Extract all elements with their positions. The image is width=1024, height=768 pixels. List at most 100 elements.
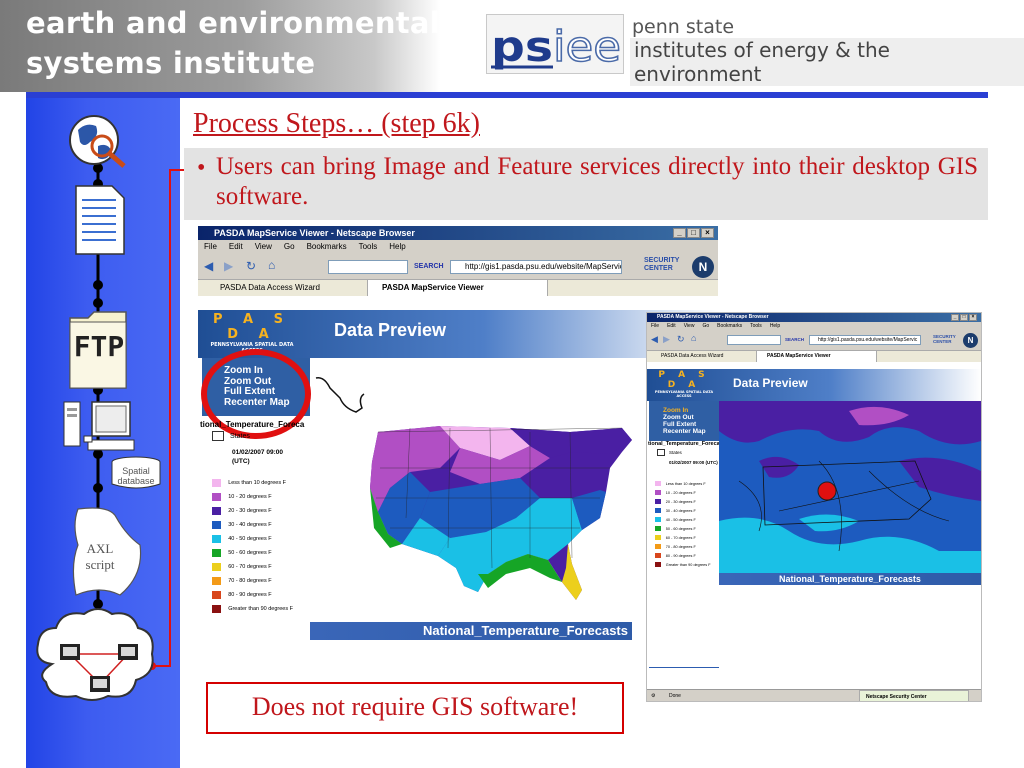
legend-item: 10 - 20 degrees F	[212, 493, 272, 501]
tab-data-access-wizard-2[interactable]: PASDA Data Access Wizard	[647, 351, 757, 362]
home-icon-2[interactable]: ⌂	[691, 333, 696, 343]
minimize-button[interactable]: _	[673, 228, 686, 238]
menu-help[interactable]: Help	[389, 240, 405, 254]
tab-mapservice-viewer[interactable]: PASDA MapService Viewer	[368, 280, 548, 296]
browser-window-main: PASDA MapService Viewer - Netscape Brows…	[198, 226, 718, 648]
menu-edit[interactable]: Edit	[229, 240, 243, 254]
menu-go[interactable]: Go	[284, 240, 295, 254]
status-bar-2: ⚙ Done Netscape Security Center	[647, 689, 981, 701]
forward-icon[interactable]: ▶	[224, 259, 233, 273]
legend-label: 40 - 50 degrees F	[228, 536, 272, 542]
window-title-text: PASDA MapService Viewer - Netscape Brows…	[214, 228, 415, 238]
search-button-2[interactable]: SEARCH	[785, 335, 804, 345]
zoom-in-link-2[interactable]: Zoom In	[663, 407, 719, 414]
network-cloud-icon	[36, 608, 154, 701]
security-center-status-2[interactable]: Netscape Security Center	[859, 690, 969, 701]
legend-label: 80 - 90 degrees F	[228, 592, 272, 598]
institute-name-line1: earth and environmental	[26, 6, 441, 40]
legend-swatch-2	[655, 553, 661, 558]
legend-swatch	[212, 577, 221, 585]
legend-swatch-2	[655, 526, 661, 531]
layer-checkbox[interactable]	[212, 431, 224, 441]
menu-tools[interactable]: Tools	[359, 240, 378, 254]
institute-name-line2: systems institute	[26, 46, 316, 80]
legend-swatch-2	[655, 544, 661, 549]
legend-label-2: 30 - 40 degrees F	[665, 508, 696, 513]
address-bar-2[interactable]: http://gis1.pasda.psu.edu/website/MapSer…	[809, 335, 921, 345]
pasda-logo-text: P A S D A	[212, 312, 291, 342]
maximize-button-2[interactable]: □	[960, 314, 968, 321]
window-title-2: PASDA MapService Viewer - Netscape Brows…	[647, 313, 981, 322]
legend-swatch	[212, 521, 221, 529]
security-center-button[interactable]: SECURITY CENTER	[644, 257, 679, 273]
menu-edit-2[interactable]: Edit	[667, 322, 676, 331]
tab-mapservice-viewer-2[interactable]: PASDA MapService Viewer	[757, 351, 877, 362]
back-icon-2[interactable]: ◀	[651, 334, 658, 345]
legend-label: 20 - 30 degrees F	[228, 508, 272, 514]
menu-bookmarks-2[interactable]: Bookmarks	[717, 322, 742, 331]
us-temperature-map	[315, 376, 632, 600]
callout-text: Does not require GIS software!	[251, 692, 579, 721]
reload-icon[interactable]: ↻	[246, 259, 256, 273]
reload-icon-2[interactable]: ↻	[677, 334, 685, 345]
forward-icon-2[interactable]: ▶	[663, 334, 670, 345]
legend-label-2: Greater than 90 degrees F	[665, 562, 711, 567]
recenter-map-link-2[interactable]: Recenter Map	[663, 428, 719, 435]
browser-window-secondary: PASDA MapService Viewer - Netscape Brows…	[646, 312, 982, 702]
legend-swatch-2	[655, 517, 661, 522]
legend-item-2: 40 - 50 degrees F	[655, 517, 696, 522]
document-icon	[75, 185, 125, 255]
penn-state-label: penn state	[632, 16, 735, 38]
close-button[interactable]: ×	[701, 228, 714, 238]
forecast-timestamp: 01/02/2007 09:00 (UTC)	[232, 449, 283, 465]
pasda-logo-text-2: P A S D A	[658, 370, 710, 390]
institutes-label: institutes of energy & the environment	[630, 38, 1024, 86]
layer-checkbox-2[interactable]	[657, 449, 665, 456]
menu-bookmarks[interactable]: Bookmarks	[307, 240, 347, 254]
address-bar[interactable]: http://gis1.pasda.psu.edu/website/MapSer…	[450, 260, 622, 274]
header: earth and environmental systems institut…	[0, 0, 1024, 92]
home-icon[interactable]: ⌂	[268, 258, 275, 272]
psiee-logo: ps iee	[486, 14, 624, 74]
pennsylvania-temperature-map	[719, 401, 981, 573]
back-icon[interactable]: ◀	[204, 259, 213, 273]
legend-swatch	[212, 507, 221, 515]
legend-item: 30 - 40 degrees F	[212, 521, 272, 529]
search-input[interactable]	[328, 260, 408, 274]
layer-name: States	[230, 432, 250, 440]
search-input-2[interactable]	[727, 335, 781, 345]
menu-view-2[interactable]: View	[684, 322, 695, 331]
legend-label: 10 - 20 degrees F	[228, 494, 272, 500]
security-center-button-2[interactable]: SECURITY CENTER	[933, 334, 957, 344]
menu-go-2[interactable]: Go	[702, 322, 709, 331]
navigation-toolbar-2: ◀ ▶ ↻ ⌂ SEARCH http://gis1.pasda.psu.edu…	[647, 331, 981, 351]
legend-swatch	[212, 605, 221, 613]
script-label: AXL script	[85, 541, 115, 572]
legend-swatch	[212, 549, 221, 557]
menu-help-2[interactable]: Help	[770, 322, 780, 331]
menu-view[interactable]: View	[255, 240, 272, 254]
slide: earth and environmental systems institut…	[0, 0, 1024, 768]
menu-file[interactable]: File	[204, 240, 217, 254]
maximize-button[interactable]: □	[687, 228, 700, 238]
window-controls-2: _ □ ×	[951, 314, 977, 321]
menu-file-2[interactable]: File	[651, 322, 659, 331]
zoom-out-link-2[interactable]: Zoom Out	[663, 414, 719, 421]
legend-title: tional_Temperature_Foreca	[200, 420, 305, 429]
bullet-marker: •	[197, 155, 206, 181]
legend-swatch-2	[655, 499, 661, 504]
database-icon: Spatial database	[110, 456, 162, 490]
legend-swatch	[212, 479, 221, 487]
legend-item: 50 - 60 degrees F	[212, 549, 272, 557]
close-button-2[interactable]: ×	[969, 314, 977, 321]
minimize-button-2[interactable]: _	[951, 314, 959, 321]
bullet-text: Users can bring Image and Feature servic…	[216, 153, 978, 210]
full-extent-link-2[interactable]: Full Extent	[663, 421, 719, 428]
legend-item-2: Less than 10 degrees F	[655, 481, 706, 486]
legend-label-2: Less than 10 degrees F	[665, 481, 706, 486]
legend-item: Greater than 90 degrees F	[212, 605, 293, 613]
tab-data-access-wizard[interactable]: PASDA Data Access Wizard	[198, 280, 368, 296]
search-button[interactable]: SEARCH	[414, 260, 444, 274]
menu-bar-2: File Edit View Go Bookmarks Tools Help	[647, 322, 981, 331]
menu-tools-2[interactable]: Tools	[750, 322, 762, 331]
